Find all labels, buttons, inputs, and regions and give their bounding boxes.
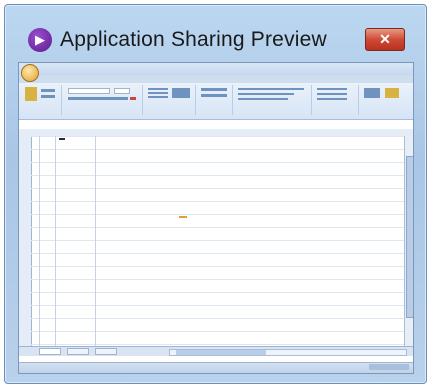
scrollbar-thumb bbox=[406, 156, 413, 318]
cell-grid bbox=[31, 136, 405, 346]
ribbon bbox=[19, 83, 413, 120]
sheet-tab bbox=[95, 348, 117, 355]
sheet-tab bbox=[67, 348, 89, 355]
ribbon-group-alignment bbox=[145, 85, 196, 115]
ribbon-group-font bbox=[64, 85, 143, 115]
zoom-slider bbox=[369, 364, 409, 370]
title-bar: ▶ Application Sharing Preview bbox=[28, 22, 327, 58]
spreadsheet-grid bbox=[19, 129, 413, 356]
status-bar bbox=[19, 362, 413, 373]
office-button-icon bbox=[21, 64, 39, 82]
sheet-tab bbox=[39, 348, 61, 355]
ribbon-group-number bbox=[198, 85, 233, 115]
ribbon-group-clipboard bbox=[21, 85, 62, 115]
ribbon-group-cells bbox=[314, 85, 359, 115]
ribbon-group-editing bbox=[361, 85, 411, 115]
close-button[interactable]: ✕ bbox=[365, 28, 405, 51]
close-icon: ✕ bbox=[379, 31, 391, 47]
app-sharing-icon: ▶ bbox=[28, 28, 52, 52]
vertical-scrollbar bbox=[404, 136, 413, 346]
window-title: Application Sharing Preview bbox=[60, 28, 327, 51]
shared-application-preview bbox=[18, 62, 414, 374]
horizontal-scrollbar bbox=[169, 349, 407, 356]
sheet-tabs-bar bbox=[19, 346, 413, 356]
ribbon-group-styles bbox=[235, 85, 312, 115]
excel-title-bar bbox=[19, 63, 413, 75]
ribbon-tabs bbox=[19, 75, 413, 83]
